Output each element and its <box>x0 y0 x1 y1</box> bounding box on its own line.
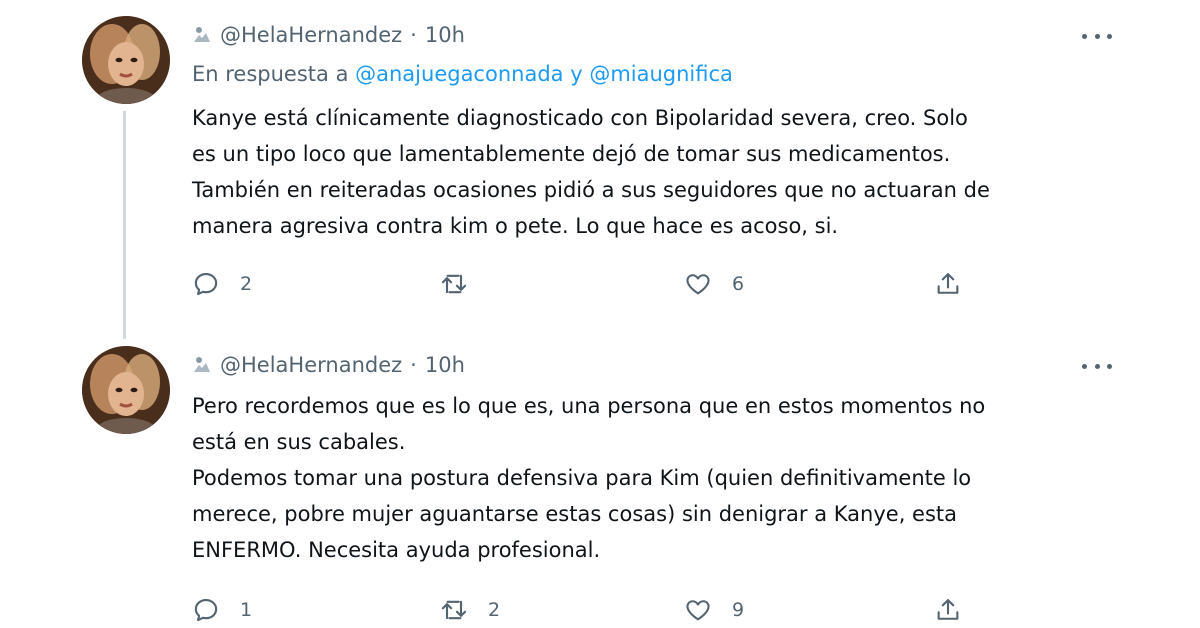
share-icon <box>934 270 962 298</box>
tweet-text: Kanye está clínicamente diagnosticado co… <box>192 100 1132 244</box>
retweet-button[interactable] <box>440 268 488 300</box>
dot <box>1107 33 1112 39</box>
retweet-icon <box>440 270 468 298</box>
like-button[interactable]: 9 <box>684 594 744 626</box>
retweet-icon <box>440 596 468 624</box>
like-button[interactable]: 6 <box>684 268 744 300</box>
share-button[interactable] <box>934 594 962 626</box>
avatar[interactable] <box>82 346 170 434</box>
tweet-thread: @HelaHernandez · 10h En respuesta a @ana… <box>0 0 1200 628</box>
tweet-header: @HelaHernandez · 10h <box>192 20 465 50</box>
tweet-text-line: manera agresiva contra kim o pete. Lo qu… <box>192 214 839 238</box>
tweet-text-line: ENFERMO. Necesita ayuda profesional. <box>192 538 601 562</box>
replying-to: En respuesta a @anajuegaconnada y @miaug… <box>192 62 733 86</box>
share-button[interactable] <box>934 268 962 300</box>
dot <box>1107 363 1112 369</box>
tweet-1[interactable]: @HelaHernandez · 10h En respuesta a @ana… <box>0 0 1200 320</box>
timestamp[interactable]: 10h <box>425 23 465 47</box>
reply-prefix: En respuesta a <box>192 62 349 86</box>
tweet-text-line: Podemos tomar una postura defensiva para… <box>192 466 972 490</box>
tweet-actions: 1 2 9 <box>192 594 982 626</box>
reply-icon <box>192 596 220 624</box>
user-handle[interactable]: @HelaHernandez <box>220 23 402 47</box>
tweet-text-line: es un tipo loco que lamentablemente dejó… <box>192 142 951 166</box>
like-count: 9 <box>732 599 745 621</box>
reply-icon <box>192 270 220 298</box>
reply-joiner: y <box>570 62 583 86</box>
retweet-count: 2 <box>488 599 501 621</box>
user-handle[interactable]: @HelaHernandez <box>220 353 402 377</box>
share-icon <box>934 596 962 624</box>
reply-button[interactable]: 2 <box>192 268 252 300</box>
mention-link-2[interactable]: @miaugnifica <box>589 62 733 86</box>
timestamp[interactable]: 10h <box>425 353 465 377</box>
separator-dot: · <box>410 353 417 377</box>
reply-count: 2 <box>240 273 253 295</box>
dot <box>1082 363 1087 369</box>
more-options-icon[interactable] <box>1082 356 1112 376</box>
tweet-text-line: está en sus cabales. <box>192 430 406 454</box>
user-icon <box>192 25 212 45</box>
tweet-text-line: También en reiteradas ocasiones pidió a … <box>192 178 990 202</box>
dot <box>1082 33 1087 39</box>
mention-link-1[interactable]: @anajuegaconnada <box>355 62 563 86</box>
tweet-actions: 2 6 <box>192 268 982 300</box>
dot <box>1094 33 1100 39</box>
heart-icon <box>684 270 712 298</box>
heart-icon <box>684 596 712 624</box>
tweet-2[interactable]: @HelaHernandez · 10h Pero recordemos que… <box>0 332 1200 628</box>
dot <box>1094 363 1100 369</box>
reply-count: 1 <box>240 599 253 621</box>
reply-button[interactable]: 1 <box>192 594 252 626</box>
more-options-icon[interactable] <box>1082 26 1112 46</box>
tweet-text-line: Pero recordemos que es lo que es, una pe… <box>192 394 986 418</box>
separator-dot: · <box>410 23 417 47</box>
like-count: 6 <box>732 273 745 295</box>
tweet-text-line: merece, pobre mujer aguantarse estas cos… <box>192 502 958 526</box>
tweet-text: Pero recordemos que es lo que es, una pe… <box>192 388 1132 568</box>
retweet-button[interactable]: 2 <box>440 594 500 626</box>
avatar[interactable] <box>82 16 170 104</box>
tweet-header: @HelaHernandez · 10h <box>192 350 465 380</box>
tweet-text-line: Kanye está clínicamente diagnosticado co… <box>192 106 968 130</box>
user-icon <box>192 355 212 375</box>
